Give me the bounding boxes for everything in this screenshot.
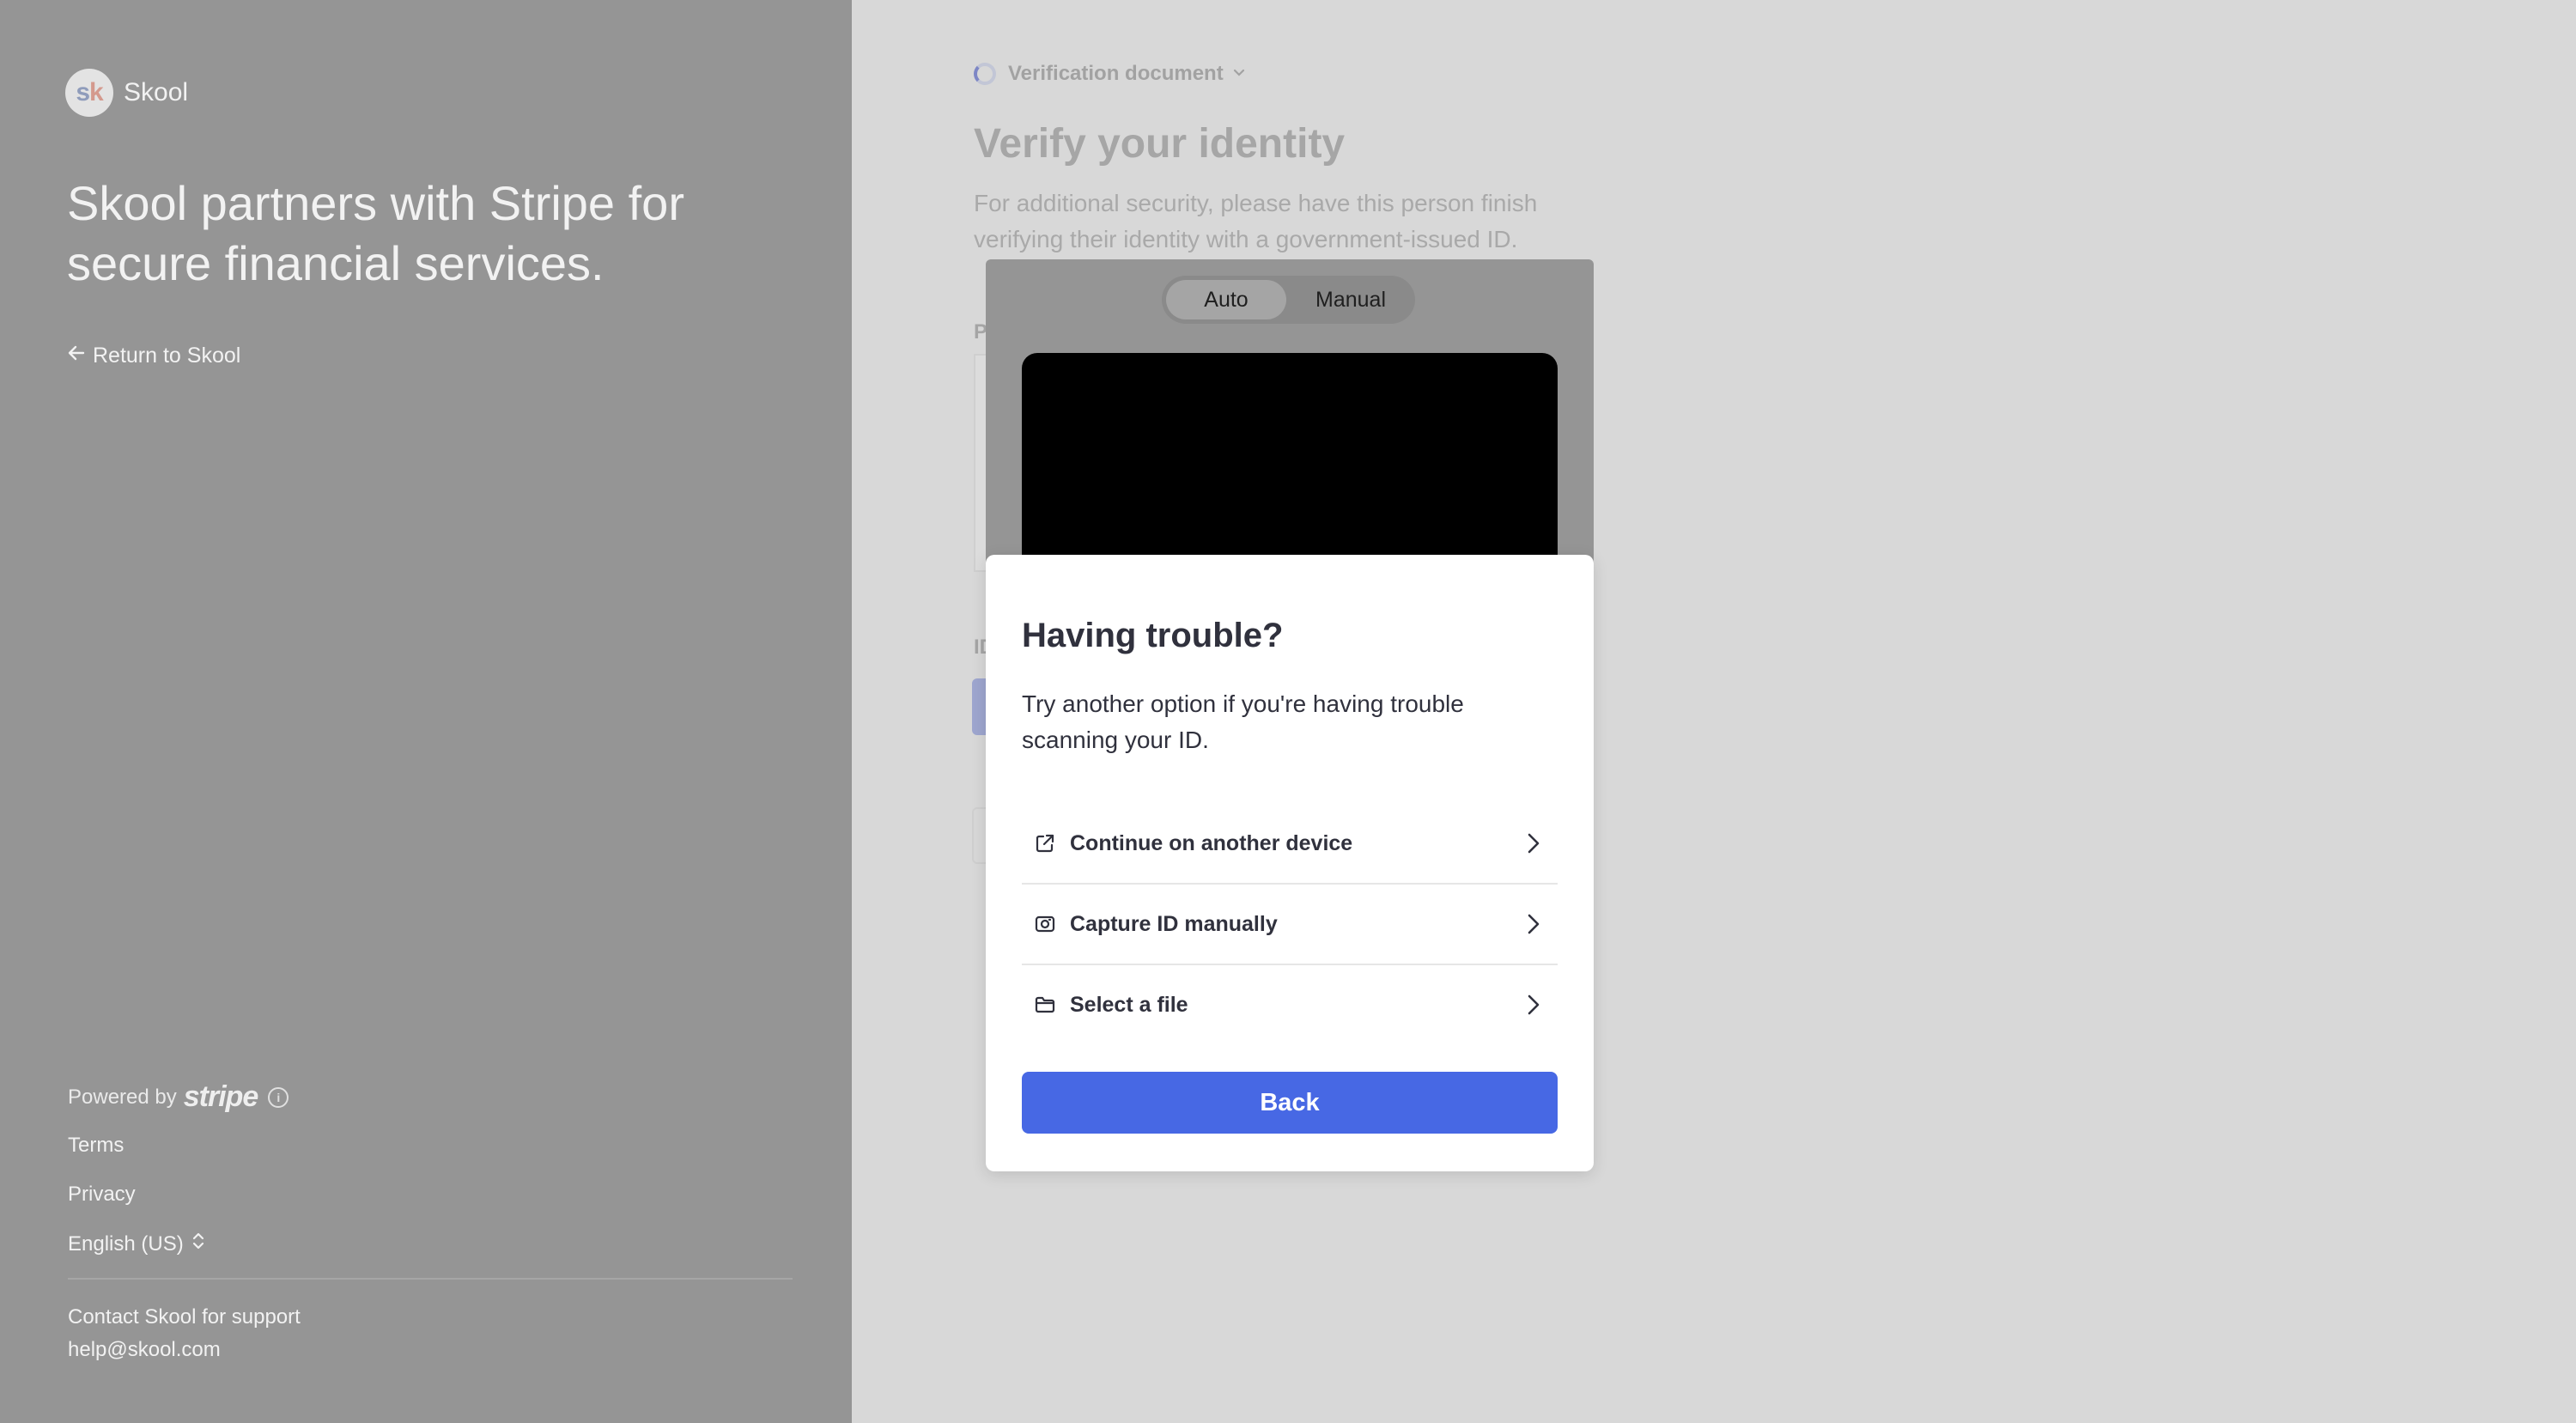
modal-title: Having trouble? [1022,617,1284,654]
privacy-link[interactable]: Privacy [68,1183,136,1207]
option-capture-manually[interactable]: Capture ID manually [1022,883,1558,964]
option-select-file[interactable]: Select a file [1022,964,1558,1044]
support-email-link[interactable]: help@skool.com [68,1338,221,1362]
chevron-right-icon [1520,911,1546,937]
chevron-right-icon [1520,830,1546,856]
camera-capture-panel: Auto Manual [986,259,1594,594]
camera-icon [1032,911,1058,937]
having-trouble-modal: Having trouble? Try another option if yo… [986,555,1594,1171]
chevron-right-icon [1520,992,1546,1018]
return-link[interactable]: Return to Skool [67,344,240,368]
option-label: Continue on another device [1070,830,1353,855]
chevron-updown-icon [191,1231,206,1257]
info-icon[interactable]: i [268,1086,289,1108]
powered-by: Powered by stripe i [68,1080,289,1114]
skool-logo: sk [65,69,113,117]
stripe-logo[interactable]: stripe [184,1080,259,1114]
page-description: For additional security, please have thi… [974,190,1538,252]
toggle-manual[interactable]: Manual [1291,280,1411,319]
progress-spinner-icon [974,63,996,85]
option-label: Capture ID manually [1070,911,1278,936]
back-button[interactable]: Back [1022,1072,1558,1134]
modal-description: Try another option if you're having trou… [1022,690,1464,753]
step-selector[interactable]: Verification document [974,62,1246,86]
support-text: Contact Skool for support [68,1305,301,1329]
toggle-auto[interactable]: Auto [1166,280,1286,319]
language-label: English (US) [68,1231,184,1256]
page-title: Verify your identity [974,121,1346,167]
option-label: Select a file [1070,992,1188,1017]
terms-link[interactable]: Terms [68,1134,124,1158]
powered-by-label: Powered by [68,1085,177,1109]
options-list: Continue on another device Capture ID ma… [1022,804,1558,1044]
return-link-label: Return to Skool [93,344,241,368]
folder-icon [1032,992,1058,1018]
capture-mode-toggle: Auto Manual [1162,276,1415,324]
partner-headline: Skool partners with Stripe for secure fi… [67,176,684,290]
footer-divider [68,1278,793,1280]
external-link-icon [1032,830,1058,856]
option-continue-another-device[interactable]: Continue on another device [1022,804,1558,883]
brand: sk Skool [65,69,188,117]
step-label: Verification document [1008,62,1224,85]
logo-letter-s: s [76,78,90,106]
arrow-left-icon [67,344,86,368]
logo-letter-k: k [89,78,104,106]
left-panel: sk Skool Skool partners with Stripe for … [0,0,852,1423]
chevron-down-icon [1232,65,1246,83]
brand-name: Skool [124,78,189,106]
language-selector[interactable]: English (US) [68,1231,206,1257]
